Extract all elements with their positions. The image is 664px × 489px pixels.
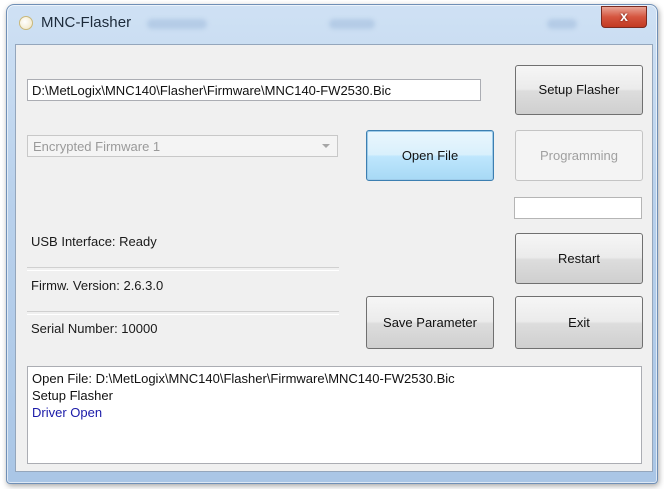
chevron-down-icon[interactable] [322, 144, 330, 148]
firmware-type-select[interactable]: Encrypted Firmware 1 [27, 135, 338, 157]
open-file-label: Open File [401, 148, 459, 163]
firmware-version-status: Firmw. Version: 2.6.3.0 [31, 278, 164, 293]
save-parameter-button[interactable]: Save Parameter [366, 296, 494, 349]
title-bar-blur [547, 19, 577, 29]
title-bar-blur [329, 19, 375, 29]
firmware-type-value: Encrypted Firmware 1 [33, 139, 161, 154]
log-line-highlight: Driver Open [32, 405, 103, 420]
close-icon: x [620, 8, 628, 24]
title-bar-blur [147, 19, 207, 29]
log-line: Open File: D:\MetLogix\MNC140\Flasher\Fi… [32, 371, 455, 386]
programming-button[interactable]: Programming [515, 130, 643, 181]
progress-field [514, 197, 642, 219]
setup-flasher-button[interactable]: Setup Flasher [515, 65, 643, 115]
window-title: MNC-Flasher [41, 14, 132, 31]
exit-label: Exit [568, 315, 590, 330]
app-icon [19, 16, 33, 30]
title-bar[interactable]: MNC-Flasher x [7, 5, 657, 39]
save-parameter-label: Save Parameter [383, 315, 477, 330]
programming-label: Programming [539, 148, 619, 163]
status-divider [27, 311, 339, 315]
status-divider [27, 267, 339, 271]
log-line: Setup Flasher [32, 388, 113, 403]
serial-number-status: Serial Number: 10000 [31, 321, 158, 336]
firmware-path-field[interactable]: D:\MetLogix\MNC140\Flasher\Firmware\MNC1… [27, 79, 481, 101]
restart-label: Restart [558, 251, 600, 266]
setup-flasher-label: Setup Flasher [538, 82, 620, 97]
restart-button[interactable]: Restart [515, 233, 643, 284]
exit-button[interactable]: Exit [515, 296, 643, 349]
client-area: D:\MetLogix\MNC140\Flasher\Firmware\MNC1… [15, 44, 653, 472]
open-file-button[interactable]: Open File [366, 130, 494, 181]
log-output[interactable]: Open File: D:\MetLogix\MNC140\Flasher\Fi… [27, 366, 642, 464]
usb-interface-status: USB Interface: Ready [31, 234, 157, 249]
close-button[interactable]: x [601, 6, 647, 28]
